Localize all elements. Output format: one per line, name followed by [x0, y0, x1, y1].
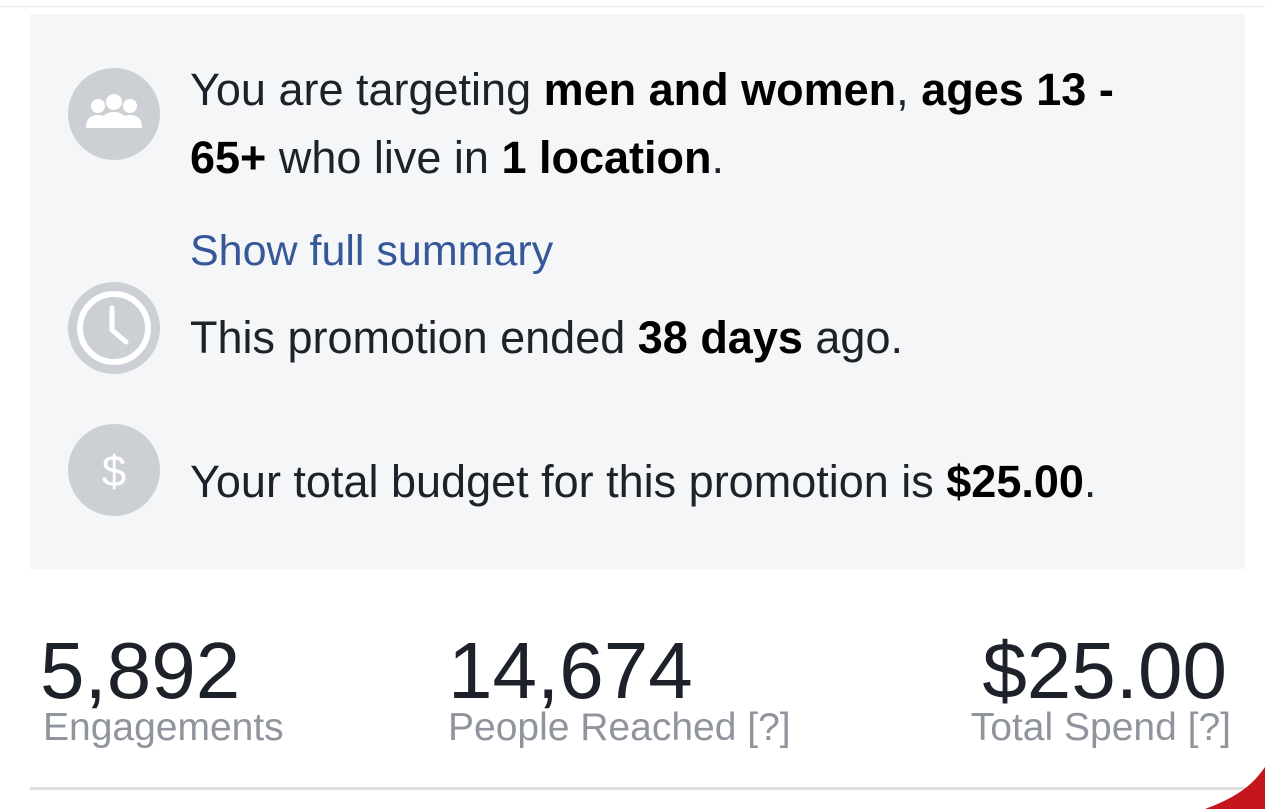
engagements-label: Engagements	[43, 706, 284, 749]
people-reached-value: 14,674	[448, 626, 693, 715]
schedule-prefix: This promotion ended	[190, 312, 638, 363]
targeting-end: .	[711, 132, 725, 183]
budget-amount: $25.00	[946, 456, 1084, 507]
total-spend-label: Total Spend [?]	[971, 704, 1231, 752]
targeting-gender: men and women	[543, 64, 897, 115]
targeting-middle: who live in	[266, 132, 502, 183]
targeting-comma: ,	[896, 64, 922, 115]
corner-decoration	[1205, 767, 1265, 809]
budget-suffix: .	[1083, 456, 1097, 507]
schedule-duration: 38 days	[637, 312, 803, 363]
total-spend-label-text: Total Spend	[970, 706, 1177, 749]
budget-text: Your total budget for this promotion is …	[190, 448, 1096, 516]
people-reached-label-text: People Reached	[448, 706, 737, 749]
dollar-icon: $	[68, 424, 160, 516]
targeting-ages-start: ages 13 -	[921, 64, 1114, 115]
people-reached-label: People Reached [?]	[448, 704, 791, 752]
promotion-summary-page: You are targeting men and women, ages 13…	[0, 0, 1265, 809]
svg-text:$: $	[102, 447, 126, 496]
targeting-text-line-1: You are targeting men and women, ages 13…	[190, 56, 1114, 124]
targeting-ages-end: 65+	[190, 132, 267, 183]
targeting-location: 1 location	[501, 132, 712, 183]
total-spend-value: $25.00	[982, 626, 1227, 715]
bottom-divider	[30, 787, 1245, 790]
budget-prefix: Your total budget for this promotion is	[190, 456, 947, 507]
top-divider	[0, 0, 1265, 7]
schedule-suffix: ago.	[802, 312, 903, 363]
people-reached-help-link[interactable]: [?]	[747, 706, 790, 749]
targeting-text-line-2: 65+ who live in 1 location.	[190, 124, 724, 192]
targeting-prefix: You are targeting	[190, 64, 544, 115]
show-full-summary-link[interactable]: Show full summary	[190, 223, 553, 279]
schedule-text: This promotion ended 38 days ago.	[190, 304, 903, 372]
people-icon	[68, 68, 160, 160]
total-spend-help-link[interactable]: [?]	[1188, 706, 1231, 749]
clock-icon	[68, 282, 160, 374]
engagements-value: 5,892	[40, 626, 241, 715]
